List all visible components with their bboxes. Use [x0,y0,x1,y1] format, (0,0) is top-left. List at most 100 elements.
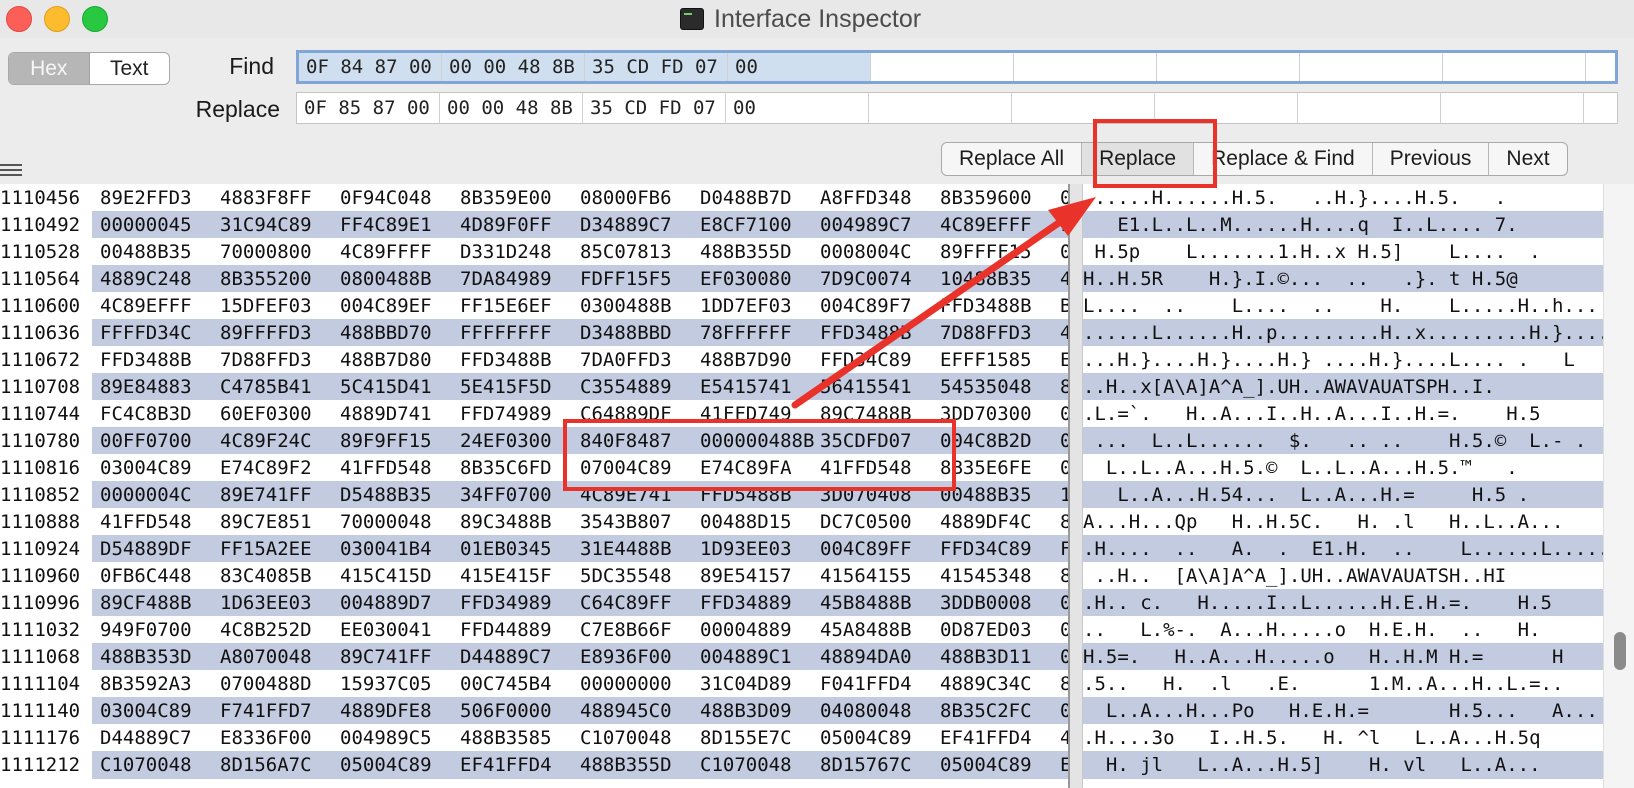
hex-word[interactable]: E8936F00 [572,643,692,671]
replace-byte-group[interactable]: 00 [726,93,869,123]
hex-word[interactable]: F741FFD7 [212,697,332,725]
hex-row[interactable]: 1110456 89E2FFD3 4883F8FF 0F94C048 8B359E00 0… [0,184,1634,212]
row-hex-bytes[interactable]: 488B353D A8070048 89C741FF D44889C7 E8936F00… [92,643,1068,671]
hex-word[interactable]: D54889DF [92,535,212,563]
hex-word[interactable]: 83EC4849 [1052,562,1068,590]
find-byte-group[interactable]: 00 [728,53,871,81]
hex-word[interactable]: C1070048 [692,751,812,779]
hex-word[interactable]: 488B3585 [452,724,572,752]
hex-word[interactable]: 15937C05 [332,670,452,698]
row-hex-bytes[interactable]: D54889DF FF15A2EE 030041B4 01EB0345 31E4488B… [92,535,1068,563]
hex-word[interactable]: FC4C8B3D [92,400,212,428]
hex-row[interactable]: 1110888 41FFD548 89C7E851 70000048 89C3488B 3… [0,508,1634,536]
hex-word[interactable]: 004C89EF [332,292,452,320]
find-byte-group[interactable]: 35 CD FD 07 [585,53,728,81]
find-byte-group[interactable] [1300,53,1443,81]
hex-word[interactable]: 4889DF4C [932,508,1052,536]
hex-word[interactable]: FFD3488B [812,319,932,347]
hex-word[interactable]: 1D63EE03 [212,589,332,617]
close-window-button[interactable] [6,6,32,32]
hex-word[interactable]: C3554889 [572,373,692,401]
hex-word[interactable]: 0800488B [332,265,452,293]
hex-word[interactable]: 60EF0300 [212,400,332,428]
row-ascii[interactable]: L..L..A...H.5.© L..L..A...H.5.™ . [1083,454,1603,482]
hex-word[interactable]: 488BBD70 [332,319,452,347]
hex-word[interactable]: 0000004C [92,481,212,509]
hex-word[interactable]: D331D248 [452,238,572,266]
replace-byte-group[interactable] [869,93,1012,123]
hex-word[interactable]: C1070048 [92,751,212,779]
find-byte-group[interactable] [871,53,1014,81]
hex-word[interactable]: 89FFFFD3 [212,319,332,347]
hex-word[interactable]: 89C3488B [452,508,572,536]
find-byte-group[interactable] [1443,53,1586,81]
hex-word[interactable]: 5C415D41 [332,373,452,401]
hex-word[interactable]: 8B35C6FD [452,454,572,482]
hex-word[interactable]: 3543B807 [572,508,692,536]
find-byte-group[interactable]: 00 00 48 8B [442,53,585,81]
hex-word[interactable]: 0EF00300 [1052,427,1068,455]
hex-word[interactable]: 24EF0300 [452,427,572,455]
hex-word[interactable]: 89F9FF15 [332,427,452,455]
hex-word[interactable]: D5488B35 [332,481,452,509]
hex-word[interactable]: 488B7D90 [692,346,812,374]
hex-word[interactable]: 7DA84989 [452,265,572,293]
row-ascii[interactable]: ......L......H..p.........H..x.........H… [1083,319,1603,347]
hex-word[interactable]: 415E415F [452,562,572,590]
hex-word[interactable]: 56415541 [812,373,932,401]
hex-word[interactable]: C7E8B66F [572,616,692,644]
hex-word[interactable]: 89E741FF [212,481,332,509]
hex-word[interactable]: EF03004C [1052,346,1068,374]
hex-word[interactable]: 03004C89 [92,454,212,482]
replace-all-button[interactable]: Replace All [942,143,1083,175]
hex-word[interactable]: 05004C89 [812,724,932,752]
hex-word[interactable]: 030041B4 [332,535,452,563]
row-ascii[interactable]: .H....3o I..H.5. H. ^l L..A...H.5q [1083,724,1603,752]
row-ascii[interactable]: H.5p L.......1.H..x H.5] L.... . [1083,238,1603,266]
row-ascii[interactable]: L..A...H.54... L..A...H.= H.5 . [1083,481,1603,509]
hex-word[interactable]: FF4C89E1 [332,211,452,239]
hex-word[interactable]: 004989C5 [332,724,452,752]
row-ascii[interactable]: L.... .. L.... .. H. L.....H..h... [1083,292,1603,320]
previous-button[interactable]: Previous [1373,143,1490,175]
hex-word[interactable]: 949F0700 [92,616,212,644]
hex-word[interactable]: 1537F003 [1052,211,1068,239]
hex-word[interactable]: FFD34C89 [932,535,1052,563]
hex-word[interactable]: E74C89F2 [212,454,332,482]
hex-row[interactable]: 1111212 C1070048 8D156A7C 05004C89 EF41FFD4 4… [0,751,1634,779]
scrollbar-thumb[interactable] [1614,632,1626,670]
row-hex-bytes[interactable]: 4C89EFFF 15DFEF03 004C89EF FF15E6EF 0300488B… [92,292,1068,320]
row-hex-bytes[interactable]: 89CF488B 1D63EE03 004889D7 FFD34989 C64C89FF… [92,589,1068,617]
hex-row[interactable]: 1110708 89E84883 C4785B41 5C415D41 5E415F5D C… [0,373,1634,401]
hex-word[interactable]: C4785B41 [212,373,332,401]
hex-word[interactable]: FFD3488B [452,346,572,374]
hex-word[interactable]: EFFF1585 [932,346,1052,374]
hex-word[interactable]: 00FF0700 [92,427,212,455]
hex-word[interactable]: 0D87ED03 [932,616,1052,644]
hex-word[interactable]: 05004C89 [332,751,452,779]
hex-word[interactable]: E8336F00 [212,724,332,752]
hex-row[interactable]: 1110564 4889C248 8B355200 0800488B 7DA84989 F… [0,265,1634,293]
hex-word[interactable]: 0700488D [212,670,332,698]
row-hex-bytes[interactable]: C1070048 8D156A7C 05004C89 EF41FFD4 488B355D… [92,751,1068,779]
hex-word[interactable]: 89C7E851 [212,508,332,536]
replace-byte-group[interactable] [1298,93,1441,123]
find-field[interactable]: 0F 84 87 00 00 00 48 8B 35 CD FD 07 00 [296,50,1618,84]
hex-word[interactable]: 0CF00300 [1052,238,1068,266]
row-ascii[interactable]: .H.... .. A. . E1.H. .. L......L.....A [1083,535,1603,563]
hex-word[interactable]: 54535048 [932,373,1052,401]
hex-word[interactable]: 05004C89 [932,751,1052,779]
row-hex-bytes[interactable]: 41FFD548 89C7E851 70000048 89C3488B 3543B807… [92,508,1068,536]
menu-icon[interactable] [0,164,22,179]
hex-word[interactable]: 4889C248 [92,265,212,293]
replace-field[interactable]: 0F 85 87 00 00 00 48 8B 35 CD FD 07 00 [296,92,1618,124]
hex-word[interactable]: FFD34889 [692,589,812,617]
hex-word[interactable]: 89C741FF [332,643,452,671]
hex-word[interactable]: 00488B35 [1052,589,1068,617]
hex-row[interactable]: 1110636 FFFFD34C 89FFFFD3 488BBD70 FFFFFFFF D… [0,319,1634,347]
hex-word[interactable]: FFD44889 [452,616,572,644]
hex-word[interactable]: 7D88FFD3 [212,346,332,374]
hex-word[interactable]: 03004C89 [92,697,212,725]
hex-word[interactable]: 00488B35 [92,238,212,266]
hex-word[interactable]: 0800BA10 [1052,184,1068,212]
